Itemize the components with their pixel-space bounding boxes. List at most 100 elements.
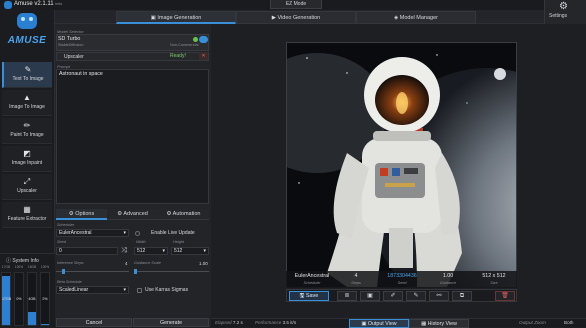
tab-image-generation[interactable]: ▣ Image Generation [116,11,236,24]
meta-size-value: 512 x 512 [482,273,506,279]
prompt-input[interactable] [56,69,209,204]
generate-button[interactable]: Generate [133,318,209,327]
details-button[interactable]: ≣ [337,291,357,301]
chevron-down-icon: ▾ [162,248,165,254]
guidance-scale-value: 1.00 [199,261,208,266]
meta-guidance-value: 1.00 [442,273,454,279]
meta-guidance-key: Guidance [439,281,457,285]
status-ready: Ready! [170,53,186,59]
inpaint-icon: ◩ [23,149,31,158]
image-icon: ▣ [367,293,373,299]
inference-steps-value: 4 [125,261,128,266]
tab-video-generation[interactable]: ▶ Video Generation [236,11,356,24]
inference-steps-label: Inference Steps [57,261,84,265]
output-zoom-select[interactable]: Both [564,320,573,325]
ez-mode-button[interactable]: EZ Mode [270,0,322,9]
karras-sigmas-checkbox[interactable] [137,288,142,293]
settings-button[interactable]: ⚙ Settings [544,0,586,24]
chevron-down-icon: ▾ [203,248,206,254]
trash-icon: 🗑 [501,293,509,299]
sidebar-item-upscaler[interactable]: ⤢ Upscaler [2,174,52,200]
beta-schedule-select[interactable]: ScaledLinear ▾ [56,286,129,294]
system-info-title: ⓘ System Info [6,258,39,264]
upscaler-label: Upscaler [64,54,84,60]
model-name: SD Turbo [58,36,81,42]
seed-input[interactable]: 0 [56,247,118,255]
scheduler-select[interactable]: EulerAncestral ▾ [56,229,129,237]
astronaut-image [247,43,586,318]
amuse-logo: AMUSE [4,11,50,57]
tab-automation[interactable]: ⚙ Automation [158,209,209,220]
send-to-paint-button[interactable]: ✐ [383,291,403,301]
send-to-upscaler-button[interactable]: ⧉ [452,291,472,301]
output-zoom-label: Output Zoom [519,320,546,325]
send-to-image-button[interactable]: ▣ [360,291,380,301]
model-loaded-indicator [193,37,198,42]
chevron-down-icon: ▾ [123,287,126,293]
vram-meter: 4GB [27,272,37,326]
upscaler-icon: ⤢ [23,177,31,186]
sidebar-item-feature-extractor[interactable]: ▦ Feature Extractor [2,202,52,228]
width-label: Width [136,240,146,244]
upscaler-remove-button[interactable]: ✕ [199,52,208,60]
elapsed-readout: Elapsed 7.2 s [215,320,243,325]
image-action-bar: 🖫 Save ≣ ▣ ✐ ✎ ⚯ ⧉ 🗑 [286,289,517,302]
sidebar-item-paint-to-image[interactable]: ✏ Paint To Image [2,118,52,144]
meta-seed-key: Seed [397,281,407,285]
tab-options[interactable]: ⚙ Options [56,209,107,220]
send-to-inpaint-button[interactable]: ✎ [406,291,426,301]
generation-metadata: EulerAncestral Scheduler 4 Steps 1873304… [286,271,517,288]
status-bar: Elapsed 7.2 s Performance 3.5 it/s ▣ Out… [211,318,586,328]
paint-icon: ✏ [23,121,31,130]
sidebar-item-image-inpaint[interactable]: ◩ Image Inpaint [2,146,52,172]
feature-extractor-icon: ▦ [23,205,31,214]
meta-steps-value: 4 [354,273,358,279]
text-to-image-icon: ✎ [24,65,32,74]
live-update-checkbox[interactable] [135,231,140,236]
guidance-scale-label: Guidance Scale [134,261,161,265]
brush-icon: ✐ [390,293,396,299]
generated-image[interactable] [247,42,586,318]
save-button[interactable]: 🖫 Save [289,291,329,301]
meta-size-key: Size [490,281,498,285]
gear-icon: ⚙ [559,1,568,12]
guidance-scale-slider[interactable] [134,268,209,274]
prompt-text: Astronaut in space [59,71,103,77]
chevron-down-icon: ▾ [123,230,126,236]
tab-advanced[interactable]: ⚙ Advanced [107,209,158,220]
meta-steps-key: Steps [351,281,361,285]
meta-scheduler-key: Scheduler [303,281,321,285]
karras-sigmas-label: Use Karras Sigmas [145,287,189,293]
sidebar-item-text-to-image[interactable]: ✎ Text To Image [2,62,52,88]
tab-model-manager[interactable]: ◈ Model Manager [356,11,476,24]
send-to-feature-button[interactable]: ⚯ [429,291,449,301]
seed-label: Seed [57,240,66,244]
inference-steps-slider[interactable] [56,268,129,274]
meta-scheduler-value: EulerAncestral [294,273,330,279]
delete-button[interactable]: 🗑 [495,291,515,301]
random-seed-icon[interactable]: ⤨ [121,247,127,255]
link-icon: ⚯ [436,293,442,299]
ram-meter: 17GB [1,272,11,326]
cancel-button[interactable]: Cancel [56,318,132,327]
live-update-label: Enable Live Update [151,230,195,236]
model-type: StableDiffusion [58,43,84,47]
gpu-meter: 2% [40,272,50,326]
height-select[interactable]: 512 ▾ [171,247,209,255]
meta-seed-value[interactable]: 1873304436 [382,273,422,279]
scheduler-label: Scheduler [57,223,75,227]
system-info-panel: ⓘ System Info 17GB 100% 16GB 100% 17GB 0… [0,253,55,327]
height-label: Height [173,240,184,244]
close-icon: ✕ [201,53,206,59]
performance-readout: Performance 3.5 it/s [255,320,297,325]
model-license: Non-Commercial [170,43,199,47]
list-icon: ≣ [344,293,350,299]
image-to-image-icon: ▲ [23,93,31,102]
app-title: Amuse v2.1.11 beta [14,1,63,7]
model-toggle[interactable] [199,36,208,43]
sidebar-item-image-to-image[interactable]: ▲ Image To Image [2,90,52,116]
edit-icon: ✎ [413,293,419,299]
beta-schedule-label: Beta Schedule [57,280,82,284]
cpu-meter: 0% [14,272,24,326]
width-select[interactable]: 512 ▾ [134,247,168,255]
